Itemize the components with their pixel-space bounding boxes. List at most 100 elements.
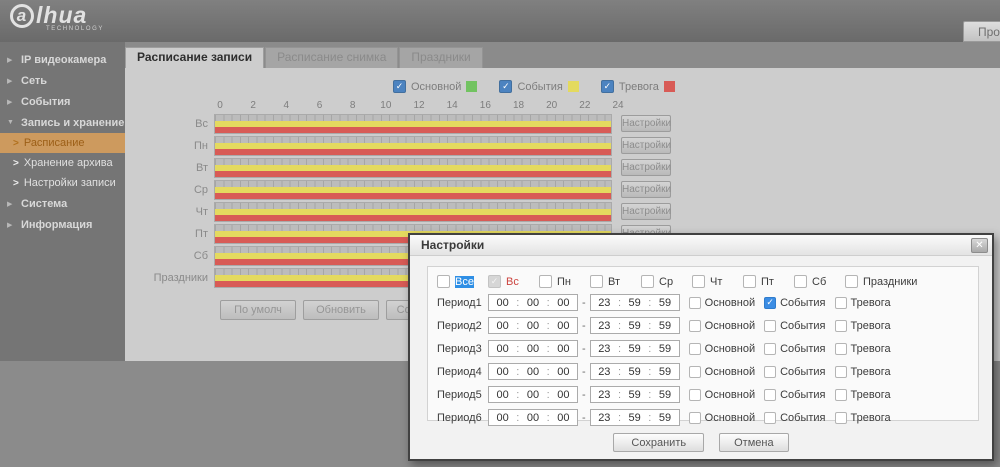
checkbox[interactable]: [689, 366, 701, 378]
time-input-end[interactable]: 23:59:59: [590, 386, 680, 403]
checkbox[interactable]: [689, 412, 701, 424]
checkbox[interactable]: [590, 275, 603, 288]
save-button[interactable]: Сохранить: [613, 433, 704, 452]
time-segment: 23: [598, 366, 610, 378]
logo-a-icon: a: [10, 4, 34, 28]
row-settings-button[interactable]: Настройки: [621, 181, 671, 198]
row-settings-button[interactable]: Настройки: [621, 115, 671, 132]
time-segment: 00: [497, 366, 509, 378]
colon: :: [516, 343, 519, 355]
day-label: Ср: [125, 180, 214, 196]
checkbox[interactable]: ✓: [488, 275, 501, 288]
check-icon: ✓: [766, 297, 774, 308]
colon: :: [648, 297, 651, 309]
checkbox[interactable]: [835, 297, 847, 309]
checkbox[interactable]: [835, 389, 847, 401]
period-checkbox-events: События: [764, 366, 825, 378]
checkbox[interactable]: [764, 389, 776, 401]
time-input-end[interactable]: 23:59:59: [590, 294, 680, 311]
chevron-right-icon: ▶: [7, 77, 16, 85]
checkbox[interactable]: [641, 275, 654, 288]
schedule-row: ВсНастройки: [125, 114, 1000, 136]
schedule-track[interactable]: [214, 158, 612, 178]
checkbox[interactable]: [794, 275, 807, 288]
time-input-end[interactable]: 23:59:59: [590, 363, 680, 380]
sidebar-item[interactable]: ▶События: [0, 91, 125, 112]
colon: :: [547, 389, 550, 401]
checkbox[interactable]: ✓: [764, 297, 776, 309]
checkbox[interactable]: [692, 275, 705, 288]
colon: :: [516, 412, 519, 424]
time-input-start[interactable]: 00:00:00: [488, 340, 578, 357]
checkbox[interactable]: ✓: [499, 80, 512, 93]
row-settings-button[interactable]: Настройки: [621, 203, 671, 220]
time-input-start[interactable]: 00:00:00: [488, 317, 578, 334]
tab-0[interactable]: Расписание записи: [125, 47, 264, 68]
checkbox[interactable]: [845, 275, 858, 288]
checkbox[interactable]: ✓: [393, 80, 406, 93]
colon: :: [618, 343, 621, 355]
checkbox[interactable]: [764, 366, 776, 378]
tab-2[interactable]: Праздники: [399, 47, 482, 68]
schedule-track[interactable]: [214, 202, 612, 222]
checkbox[interactable]: [689, 343, 701, 355]
checkbox[interactable]: [835, 343, 847, 355]
time-input-end[interactable]: 23:59:59: [590, 340, 680, 357]
sidebar-item[interactable]: ▶IP видеокамера: [0, 49, 125, 70]
checkbox[interactable]: ✓: [601, 80, 614, 93]
period-label: Период2: [437, 320, 488, 332]
day-checkbox-label: Ср: [659, 276, 673, 288]
sidebar-item[interactable]: ▶Система: [0, 193, 125, 214]
checkbox[interactable]: [689, 297, 701, 309]
time-input-start[interactable]: 00:00:00: [488, 386, 578, 403]
period-checkbox-alarm: Тревога: [835, 366, 891, 378]
time-segment: 00: [527, 389, 539, 401]
row-settings-button[interactable]: Настройки: [621, 159, 671, 176]
colon: :: [547, 297, 550, 309]
checkbox[interactable]: [539, 275, 552, 288]
sidebar-item[interactable]: ▶ Сеть: [0, 70, 125, 91]
checkbox[interactable]: [743, 275, 756, 288]
time-input-start[interactable]: 00:00:00: [488, 363, 578, 380]
sidebar-item-label: Сеть: [21, 75, 47, 87]
close-icon[interactable]: ✕: [971, 238, 988, 253]
time-input-start[interactable]: 00:00:00: [488, 409, 578, 426]
schedule-segment: [215, 127, 611, 133]
footer-button-0[interactable]: По умолч: [220, 300, 296, 320]
sidebar-subitem[interactable]: >Хранение архива: [0, 153, 125, 173]
sidebar-subitem[interactable]: >Расписание: [0, 133, 125, 153]
checkbox[interactable]: [835, 412, 847, 424]
checkbox[interactable]: [764, 343, 776, 355]
checkbox[interactable]: [835, 320, 847, 332]
period-checkbox-alarm: Тревога: [835, 297, 891, 309]
checkbox[interactable]: [437, 275, 450, 288]
hour-label: 18: [513, 100, 524, 111]
time-input-end[interactable]: 23:59:59: [590, 317, 680, 334]
sidebar-item[interactable]: ▼Запись и хранение: [0, 112, 125, 133]
cancel-button[interactable]: Отмена: [719, 433, 788, 452]
time-segment: 00: [527, 366, 539, 378]
checkbox[interactable]: [764, 320, 776, 332]
sidebar-subitem[interactable]: >Настройки записи: [0, 173, 125, 193]
checkbox-label: Тревога: [851, 412, 891, 424]
dash: -: [582, 366, 586, 378]
sidebar-item[interactable]: ▶Информация: [0, 214, 125, 235]
checkbox[interactable]: [835, 366, 847, 378]
tab-1[interactable]: Расписание снимка: [265, 47, 398, 68]
preview-button[interactable]: Просмотр: [963, 21, 1000, 42]
schedule-track[interactable]: [214, 114, 612, 134]
checkbox-label: События: [780, 297, 825, 309]
row-settings-button[interactable]: Настройки: [621, 137, 671, 154]
schedule-track[interactable]: [214, 180, 612, 200]
checkbox[interactable]: [689, 320, 701, 332]
hour-label: 22: [579, 100, 590, 111]
checkbox-label: События: [780, 343, 825, 355]
time-input-start[interactable]: 00:00:00: [488, 294, 578, 311]
checkbox[interactable]: [764, 412, 776, 424]
footer-button-1[interactable]: Обновить: [303, 300, 379, 320]
time-input-end[interactable]: 23:59:59: [590, 409, 680, 426]
period-checkbox-events: События: [764, 320, 825, 332]
checkbox-label: Тревога: [851, 320, 891, 332]
schedule-track[interactable]: [214, 136, 612, 156]
checkbox[interactable]: [689, 389, 701, 401]
